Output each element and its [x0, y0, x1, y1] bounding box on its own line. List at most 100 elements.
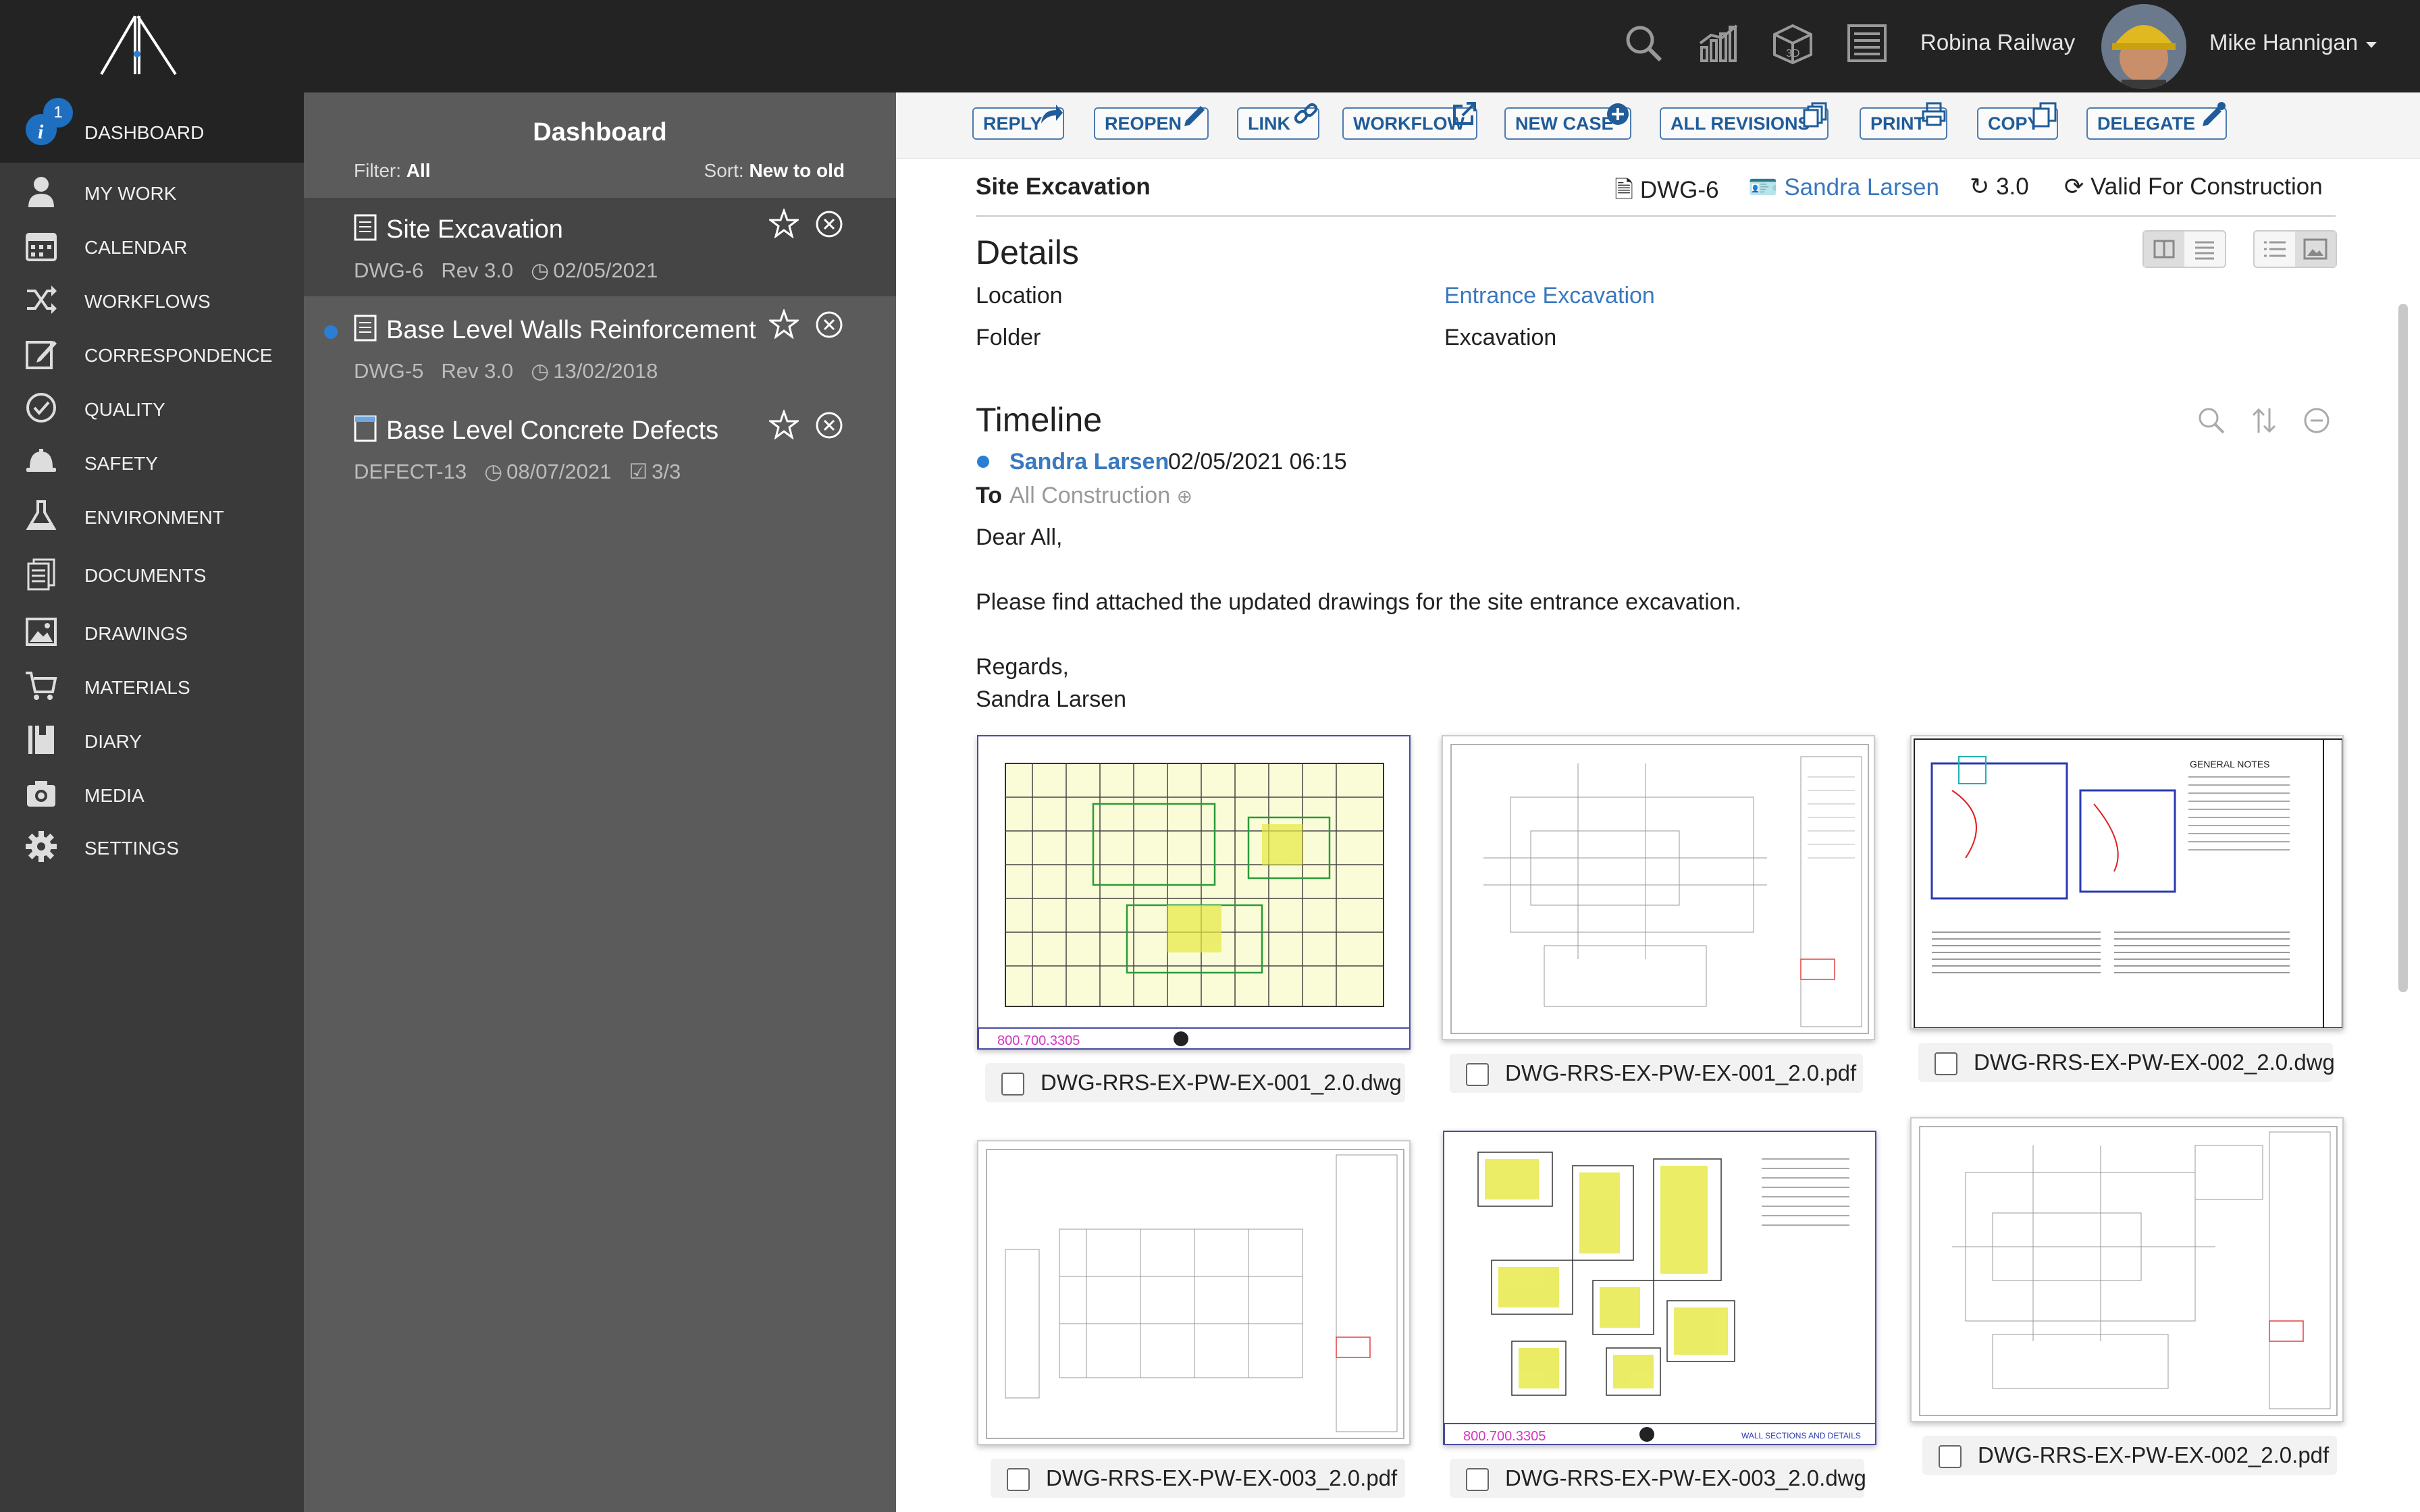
edit-icon: [24, 337, 58, 371]
top-bar: 3D Robina Railway Mike Hannigan: [0, 0, 2420, 92]
drawing-thumbnail[interactable]: 800.700.3305 WALL SECTIONS AND DETAILS: [1443, 1131, 1876, 1445]
sidebar-item-correspondence[interactable]: CORRESPONDENCE: [0, 325, 304, 379]
drawing-thumbnail[interactable]: [977, 1140, 1411, 1445]
sidebar-item-workflows[interactable]: WORKFLOWS: [0, 271, 304, 325]
unread-indicator: [324, 325, 338, 339]
drawing-thumbnail[interactable]: [1910, 1117, 2344, 1422]
clock-icon: ◷: [484, 460, 503, 483]
layout-toggle: [2142, 230, 2226, 268]
notification-badge: 1: [43, 98, 73, 128]
list-item[interactable]: Base Level Walls Reinforcement DWG-5 Rev …: [304, 298, 896, 397]
scrollbar[interactable]: [2398, 304, 2408, 992]
workflow-button[interactable]: WORKFLOW: [1342, 102, 1477, 140]
folder-value: Excavation: [1444, 325, 1557, 350]
button-label: PRINT: [1870, 113, 1925, 134]
reply-button[interactable]: REPLY: [972, 105, 1064, 140]
sidebar-item-drawings[interactable]: DRAWINGS: [0, 603, 304, 657]
search-icon[interactable]: [1623, 23, 1664, 63]
case-owner-link[interactable]: Sandra Larsen: [1784, 174, 1939, 200]
select-checkbox[interactable]: [1935, 1052, 1957, 1075]
sidebar-item-safety[interactable]: SAFETY: [0, 433, 304, 487]
sidebar-item-settings[interactable]: SETTINGS: [0, 817, 304, 871]
sidebar-item-label: MY WORK: [84, 183, 177, 204]
copy-button[interactable]: COPY: [1977, 102, 2058, 140]
attachment-file[interactable]: DWG-RRS-EX-PW-EX-003_2.0.pdf: [991, 1459, 1405, 1498]
list-icon[interactable]: [2255, 232, 2295, 267]
message-datetime: 02/05/2021 06:15: [1168, 449, 1347, 475]
attachment-file[interactable]: DWG-RRS-EX-PW-EX-001_2.0.dwg: [985, 1063, 1405, 1102]
message-line: Regards,: [976, 654, 1069, 680]
drawing-thumbnail[interactable]: GENERAL NOTES: [1910, 735, 2344, 1029]
cart-icon: [24, 669, 58, 703]
sidebar-item-diary[interactable]: DIARY: [0, 711, 304, 765]
case-owner[interactable]: 🪪 Sandra Larsen: [1748, 173, 1939, 201]
select-checkbox[interactable]: [1466, 1063, 1489, 1086]
chevron-down-icon[interactable]: [2366, 42, 2377, 48]
close-icon[interactable]: [815, 411, 843, 439]
user-menu[interactable]: Mike Hannigan: [2209, 30, 2358, 55]
file-name: DWG-RRS-EX-PW-EX-002_2.0.dwg: [1974, 1050, 2335, 1075]
attachment-file[interactable]: DWG-RRS-EX-PW-EX-002_2.0.pdf: [1922, 1436, 2337, 1475]
select-checkbox[interactable]: [1007, 1468, 1030, 1491]
collapse-icon[interactable]: [2302, 406, 2332, 435]
filter-control[interactable]: Filter: All: [354, 160, 431, 182]
list-view-icon[interactable]: [2184, 232, 2225, 267]
item-title: Site Excavation: [386, 215, 563, 244]
print-button[interactable]: PRINT: [1860, 102, 1947, 140]
sidebar-item-materials[interactable]: MATERIALS: [0, 657, 304, 711]
list-item[interactable]: Site Excavation DWG-6 Rev 3.0 ◷ 02/05/2021: [304, 198, 896, 296]
attachment-view-toggle: [2253, 230, 2337, 268]
logo-icon[interactable]: [95, 14, 182, 78]
close-icon[interactable]: [815, 210, 843, 238]
reports-icon[interactable]: [1698, 23, 1741, 63]
button-label: NEW CASE: [1515, 113, 1614, 134]
button-label: ALL REVISIONS: [1671, 113, 1810, 134]
star-icon[interactable]: [769, 209, 799, 238]
sidebar-item-label: WORKFLOWS: [84, 291, 211, 312]
select-checkbox[interactable]: [1466, 1468, 1489, 1491]
attachment-file[interactable]: DWG-RRS-EX-PW-EX-002_2.0.dwg: [1918, 1043, 2335, 1082]
copy-stack-icon: [1801, 101, 1829, 128]
reply-icon: [1037, 101, 1064, 128]
select-checkbox[interactable]: [1939, 1445, 1962, 1468]
sidebar-item-quality[interactable]: QUALITY: [0, 379, 304, 433]
sidebar-item-documents[interactable]: DOCUMENTS: [0, 545, 304, 604]
button-label: REOPEN: [1105, 113, 1182, 134]
drawing-thumbnail[interactable]: 800.700.3305: [977, 735, 1411, 1050]
reopen-button[interactable]: REOPEN: [1094, 106, 1209, 140]
link-button[interactable]: LINK: [1237, 103, 1319, 140]
recipients[interactable]: All Construction ⊕: [1009, 483, 1192, 509]
sidebar-item-dashboard[interactable]: i 1 DASHBOARD: [0, 92, 304, 163]
sidebar-item-my-work[interactable]: MY WORK: [0, 163, 304, 217]
sidebar-item-label: MATERIALS: [84, 677, 190, 698]
delegate-button[interactable]: DELEGATE: [2086, 102, 2227, 140]
clock-icon: ◷: [531, 259, 550, 282]
sidebar-item-media[interactable]: MEDIA: [0, 765, 304, 819]
image-icon[interactable]: [2295, 232, 2336, 267]
attachment-file[interactable]: DWG-RRS-EX-PW-EX-001_2.0.pdf: [1450, 1054, 1863, 1093]
revision-icon: ↻: [1970, 173, 1990, 200]
close-icon[interactable]: [815, 310, 843, 339]
sort-control[interactable]: Sort: New to old: [704, 160, 845, 182]
star-icon[interactable]: [769, 410, 799, 439]
avatar[interactable]: [2101, 4, 2186, 89]
project-selector[interactable]: Robina Railway: [1920, 30, 2075, 55]
location-link[interactable]: Entrance Excavation: [1444, 283, 1655, 309]
all-revisions-button[interactable]: ALL REVISIONS: [1660, 102, 1829, 140]
list-item[interactable]: Base Level Concrete Defects DEFECT-13 ◷ 08…: [304, 399, 896, 497]
sidebar-item-calendar[interactable]: CALENDAR: [0, 217, 304, 271]
star-icon[interactable]: [769, 309, 799, 339]
drawing-thumbnail[interactable]: [1442, 735, 1875, 1040]
sort-icon[interactable]: [2249, 406, 2279, 435]
split-view-icon[interactable]: [2144, 232, 2184, 267]
search-icon[interactable]: [2197, 406, 2226, 435]
expand-icon[interactable]: ⊕: [1177, 486, 1192, 507]
sidebar-item-environment[interactable]: ENVIRONMENT: [0, 487, 304, 546]
3d-model-icon[interactable]: 3D: [1772, 23, 1814, 65]
thumbnail-note: GENERAL NOTES: [2190, 759, 2270, 770]
attachment-file[interactable]: DWG-RRS-EX-PW-EX-003_2.0.dwg: [1450, 1459, 1866, 1498]
message-sender[interactable]: Sandra Larsen: [1009, 449, 1169, 475]
register-icon[interactable]: [1846, 23, 1888, 63]
new-case-button[interactable]: NEW CASE: [1504, 103, 1631, 140]
select-checkbox[interactable]: [1001, 1073, 1024, 1096]
